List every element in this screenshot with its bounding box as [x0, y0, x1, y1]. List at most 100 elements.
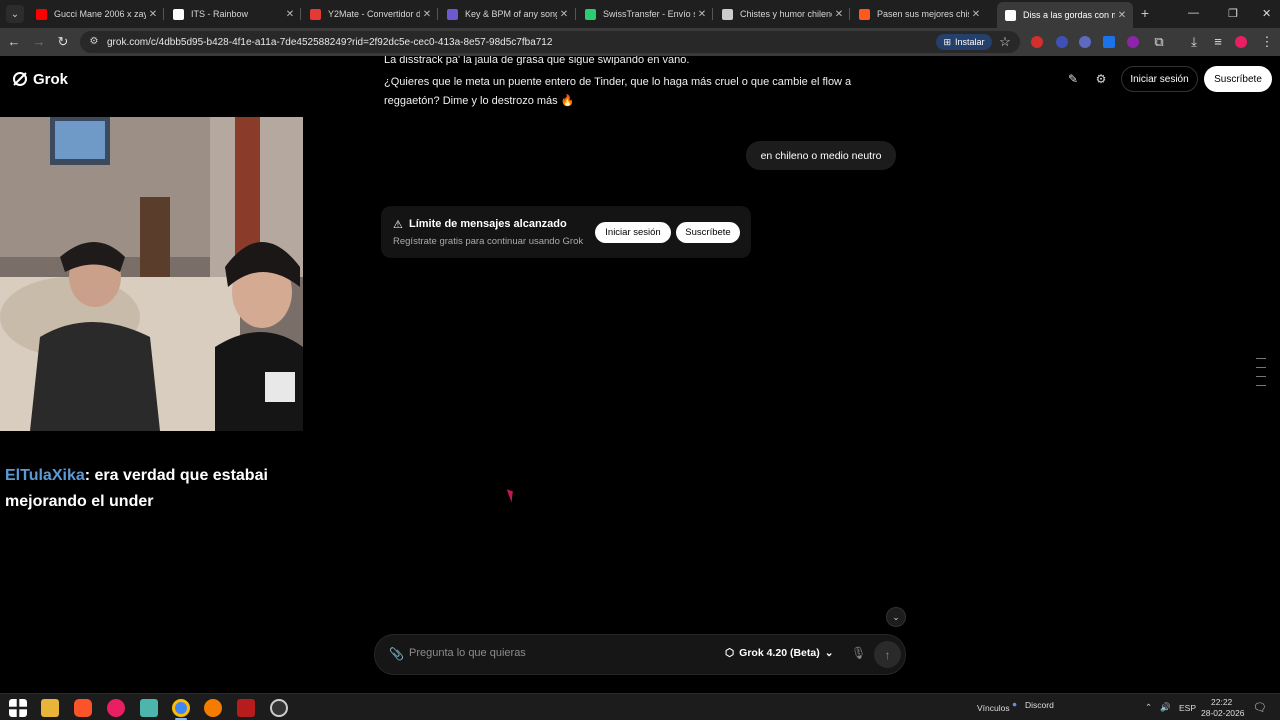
- forward-icon[interactable]: →: [31, 34, 47, 50]
- webcam-video: [0, 117, 303, 431]
- tab-close-icon[interactable]: ✕: [146, 9, 160, 20]
- tab-close-icon[interactable]: ✕: [283, 9, 297, 20]
- extension-icon[interactable]: [1056, 36, 1068, 48]
- limit-subtitle: Regístrate gratis para continuar usando …: [393, 236, 584, 247]
- tab-title: ITS - Rainbow: [191, 9, 249, 19]
- browser-tab[interactable]: ITS - Rainbow ✕: [165, 4, 301, 24]
- clock-date[interactable]: 28-02-2026: [1201, 708, 1244, 718]
- prompt-input[interactable]: Pregunta lo que quieras: [409, 647, 526, 659]
- bookmark-star-icon[interactable]: ☆: [997, 34, 1013, 50]
- download-icon[interactable]: ⤓: [1186, 34, 1202, 50]
- install-app-button[interactable]: ⊞ Instalar: [936, 34, 992, 50]
- windows-start-icon[interactable]: [9, 699, 27, 717]
- chrome-icon[interactable]: [172, 699, 190, 717]
- tab-close-icon[interactable]: ✕: [969, 9, 983, 20]
- close-window-icon[interactable]: ✕: [1262, 7, 1271, 20]
- media-control-icon[interactable]: ≡: [1210, 34, 1226, 50]
- tab-separator: [575, 8, 576, 20]
- minimize-icon[interactable]: —: [1188, 7, 1199, 19]
- clock-time[interactable]: 22:22: [1211, 697, 1232, 707]
- chat-username: ElTulaXika: [5, 467, 85, 484]
- card-subscribe-button[interactable]: Suscríbete: [676, 222, 740, 243]
- restore-icon[interactable]: ❐: [1228, 7, 1238, 20]
- tab-close-icon[interactable]: ✕: [557, 9, 571, 20]
- browser-tab[interactable]: Gucci Mane 2006 x zayto ✕: [28, 4, 164, 24]
- tab-search-button[interactable]: ⌄: [6, 5, 24, 23]
- site-info-icon[interactable]: ⚙: [87, 35, 101, 49]
- tab-favicon-icon: [1005, 9, 1016, 21]
- new-tab-button[interactable]: +: [1137, 5, 1153, 21]
- extensions-puzzle-icon[interactable]: ⧉: [1151, 34, 1167, 50]
- new-chat-icon[interactable]: ✎: [1066, 72, 1080, 86]
- login-button[interactable]: Iniciar sesión: [1121, 66, 1198, 92]
- attach-paperclip-icon[interactable]: 📎: [389, 647, 404, 661]
- model-cube-icon: ⬡: [725, 647, 735, 659]
- language-indicator[interactable]: ESP: [1179, 703, 1196, 713]
- tray-chevron-up-icon[interactable]: ⌃: [1145, 702, 1152, 713]
- extension-icon[interactable]: [1127, 36, 1139, 48]
- chevron-down-icon: ⌄: [824, 647, 834, 659]
- app-icon[interactable]: [237, 699, 255, 717]
- model-selector[interactable]: ⬡ Grok 4.20 (Beta) ⌄: [725, 647, 834, 659]
- conversation-minimap[interactable]: [1256, 358, 1266, 394]
- tab-title: Pasen sus mejores chistes: [877, 9, 969, 19]
- limit-title: Límite de mensajes alcanzado: [409, 218, 567, 230]
- scroll-down-button[interactable]: ⌄: [886, 607, 906, 627]
- stream-chat-overlay: ElTulaXika: era verdad que estabai mejor…: [0, 457, 300, 517]
- translate-icon[interactable]: [1103, 36, 1115, 48]
- tab-close-icon[interactable]: ✕: [420, 9, 434, 20]
- fl-studio-icon[interactable]: [204, 699, 222, 717]
- media-player-icon[interactable]: [107, 699, 125, 717]
- tab-close-icon[interactable]: ✕: [1115, 10, 1129, 21]
- links-toolbar[interactable]: Vínculos: [977, 703, 1010, 713]
- discord-label[interactable]: Discord: [1025, 700, 1054, 710]
- volume-icon[interactable]: 🔊: [1160, 702, 1171, 713]
- browser-tab[interactable]: Key & BPM of any song - ✕: [439, 4, 575, 24]
- message-composer[interactable]: 📎 Pregunta lo que quieras ⬡ Grok 4.20 (B…: [374, 634, 906, 675]
- browser-tab[interactable]: Pasen sus mejores chistes✕: [851, 4, 987, 24]
- browser-tab[interactable]: Chistes y humor chileno ✕: [714, 4, 850, 24]
- obs-icon[interactable]: [270, 699, 288, 717]
- tab-close-icon[interactable]: ✕: [695, 9, 709, 20]
- tab-favicon-icon: [585, 8, 596, 20]
- back-icon[interactable]: ←: [6, 34, 22, 50]
- tab-separator: [437, 8, 438, 20]
- tab-favicon-icon: [36, 8, 47, 20]
- assistant-message-line: ¿Quieres que le meta un puente entero de…: [384, 76, 852, 88]
- browser-tab[interactable]: SwissTransfer - Envío segu✕: [577, 4, 713, 24]
- tab-title: SwissTransfer - Envío segu: [603, 9, 695, 19]
- tab-favicon-icon: [722, 8, 733, 20]
- tab-title: Chistes y humor chileno: [740, 9, 832, 19]
- url-text: grok.com/c/4dbb5d95-b428-4f1e-a11a-7de45…: [107, 36, 553, 48]
- send-button[interactable]: ↑: [874, 641, 901, 668]
- file-explorer-icon[interactable]: [41, 699, 59, 717]
- browser-tab[interactable]: Y2Mate - Convertidor de ✕: [302, 4, 438, 24]
- tab-separator: [163, 8, 164, 20]
- grok-brand-text: Grok: [33, 70, 69, 88]
- tab-title: Diss a las gordas con mo: [1023, 10, 1115, 20]
- microphone-icon[interactable]: 🎙: [851, 646, 866, 660]
- address-bar[interactable]: ⚙ grok.com/c/4dbb5d95-b428-4f1e-a11a-7de…: [80, 31, 1020, 53]
- tab-favicon-icon: [173, 8, 184, 20]
- profile-avatar[interactable]: [1235, 36, 1247, 48]
- discord-icon[interactable]: ●: [1012, 699, 1017, 709]
- card-login-button[interactable]: Iniciar sesión: [595, 222, 671, 243]
- tab-close-icon[interactable]: ✕: [832, 9, 846, 20]
- tab-favicon-icon: [310, 8, 321, 20]
- notepad-icon[interactable]: [140, 699, 158, 717]
- extension-icon[interactable]: [1079, 36, 1091, 48]
- menu-kebab-icon[interactable]: ⋮: [1259, 34, 1275, 50]
- reload-icon[interactable]: ↻: [55, 34, 71, 50]
- mouse-cursor: [506, 487, 517, 503]
- browser-tab[interactable]: Diss a las gordas con mo ✕: [997, 2, 1133, 28]
- settings-gear-icon[interactable]: ⚙: [1094, 72, 1108, 86]
- webcam-image: [0, 117, 303, 431]
- tab-separator: [712, 8, 713, 20]
- tab-title: Key & BPM of any song -: [465, 9, 557, 19]
- notifications-icon[interactable]: 🗨: [1253, 701, 1267, 714]
- tab-favicon-icon: [447, 8, 458, 20]
- grok-logo[interactable]: Grok: [11, 70, 68, 88]
- subscribe-button[interactable]: Suscríbete: [1204, 66, 1272, 92]
- extension-icon[interactable]: [1031, 36, 1043, 48]
- brave-browser-icon[interactable]: [74, 699, 92, 717]
